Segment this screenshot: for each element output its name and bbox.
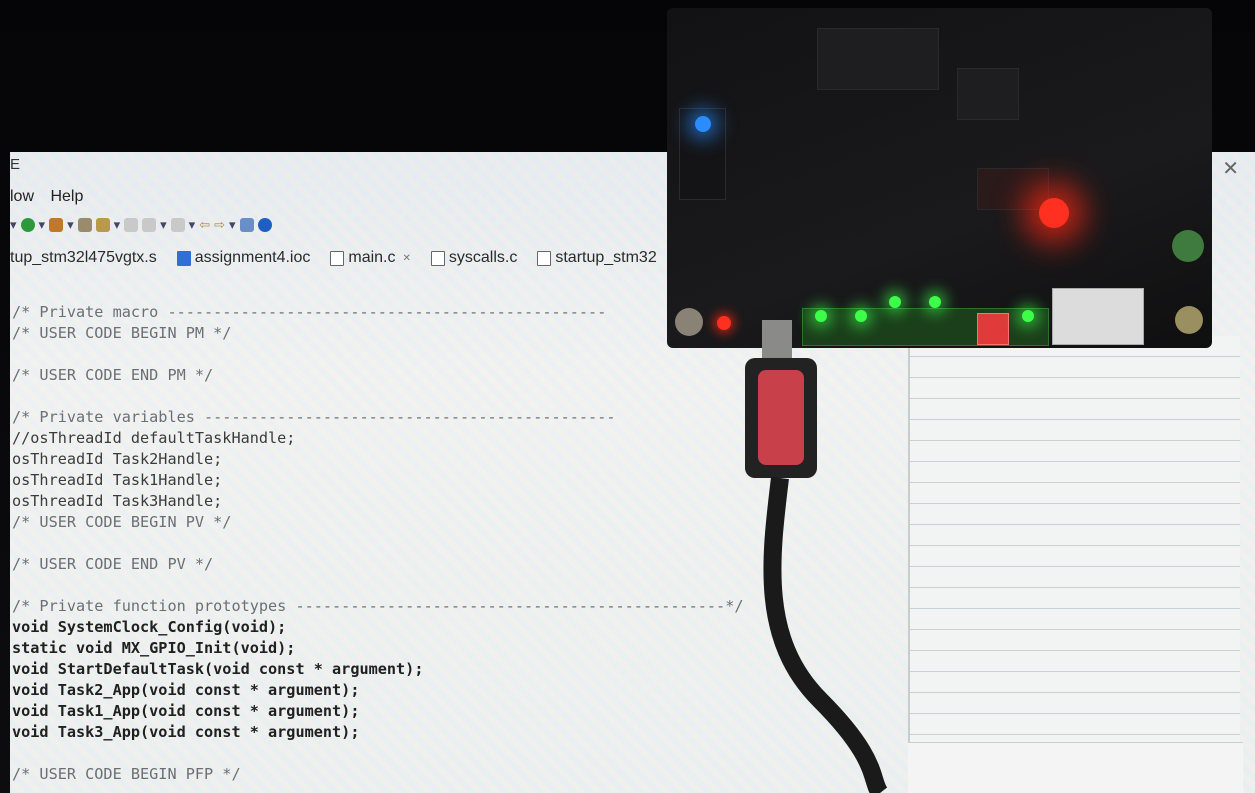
usb-plug: [762, 320, 792, 360]
cable-wire: [763, 476, 888, 793]
photo: E ✕ low Help ▾ ▾ ▾ ▾ ▾ ▾ ⇦ ⇨ ▾ tup_stm32…: [0, 0, 1255, 793]
connector-stripe: [758, 370, 804, 465]
usb-cable: [745, 320, 888, 793]
